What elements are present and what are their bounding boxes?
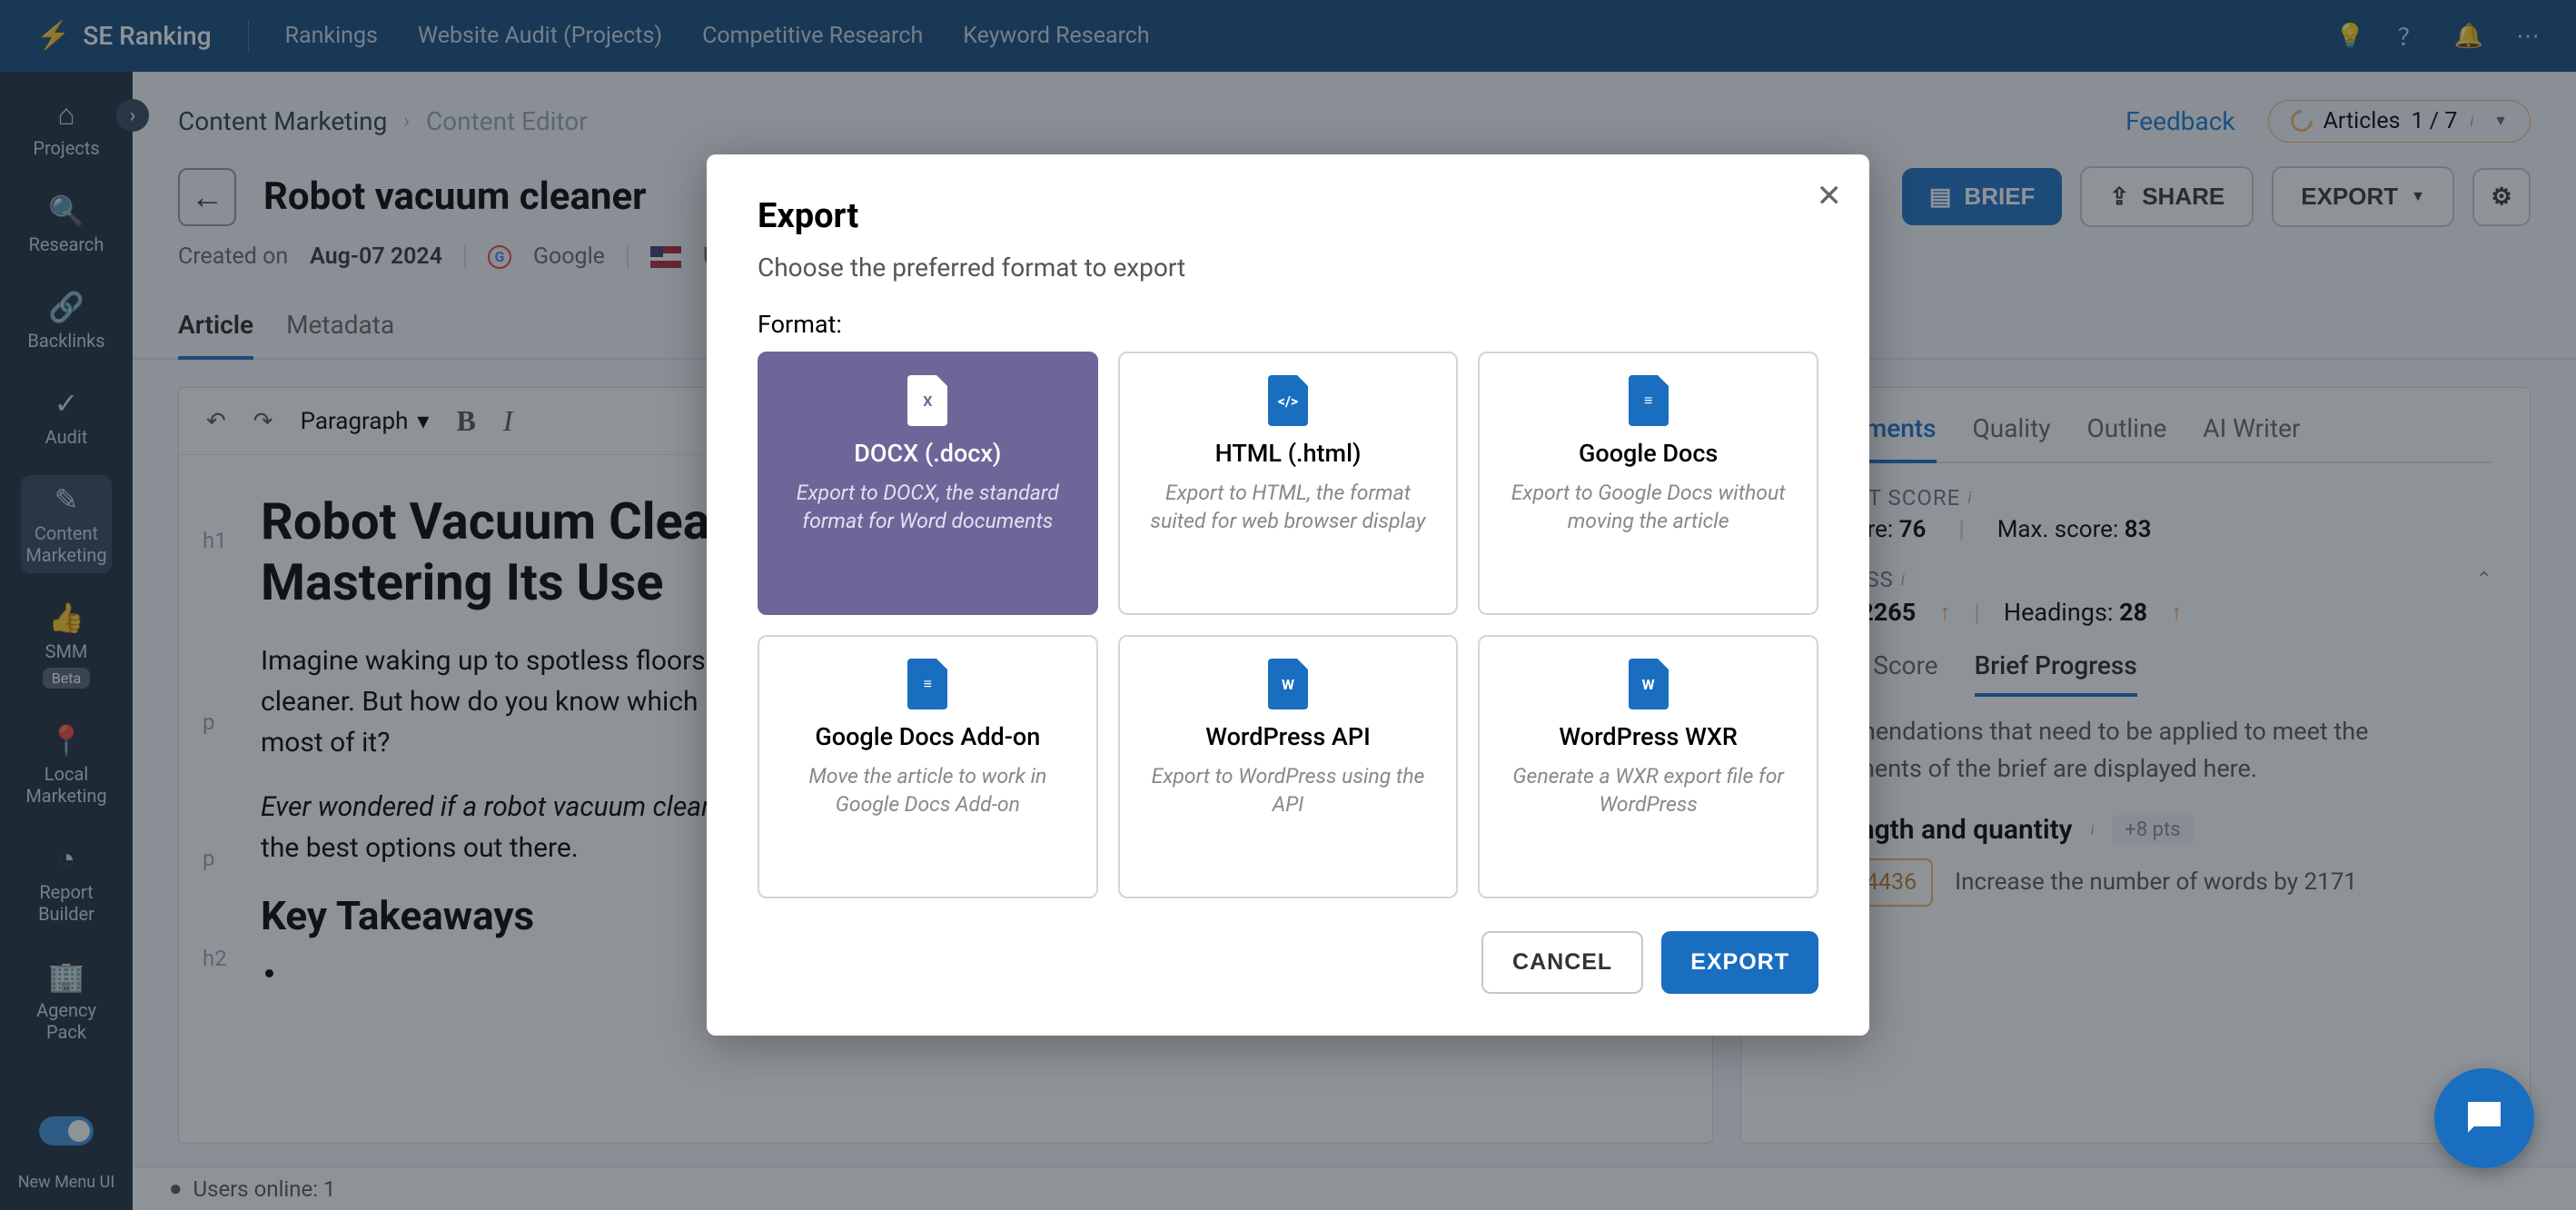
- chat-icon: [2460, 1094, 2509, 1143]
- gdocs-file-icon: ≡: [1629, 375, 1669, 426]
- export-modal: ✕ Export Choose the preferred format to …: [707, 154, 1869, 1036]
- format-option-html[interactable]: </> HTML (.html) Export to HTML, the for…: [1118, 352, 1459, 615]
- docx-file-icon: X: [907, 375, 947, 426]
- format-option-gdocs-addon[interactable]: ≡ Google Docs Add-on Move the article to…: [758, 635, 1098, 898]
- modal-subtitle: Choose the preferred format to export: [758, 253, 1818, 283]
- modal-title: Export: [758, 196, 1818, 236]
- format-option-docx[interactable]: X DOCX (.docx) Export to DOCX, the stand…: [758, 352, 1098, 615]
- export-confirm-button[interactable]: EXPORT: [1661, 931, 1818, 994]
- format-option-wp-api[interactable]: W WordPress API Export to WordPress usin…: [1118, 635, 1459, 898]
- wordpress-file-icon: W: [1629, 659, 1669, 709]
- gdocs-addon-file-icon: ≡: [907, 659, 947, 709]
- format-label: Format:: [758, 310, 1818, 339]
- wordpress-file-icon: W: [1268, 659, 1308, 709]
- format-option-gdocs[interactable]: ≡ Google Docs Export to Google Docs with…: [1478, 352, 1818, 615]
- close-icon[interactable]: ✕: [1817, 178, 1843, 214]
- format-grid: X DOCX (.docx) Export to DOCX, the stand…: [758, 352, 1818, 898]
- format-option-wp-wxr[interactable]: W WordPress WXR Generate a WXR export fi…: [1478, 635, 1818, 898]
- cancel-button[interactable]: CANCEL: [1481, 931, 1643, 994]
- modal-actions: CANCEL EXPORT: [758, 931, 1818, 994]
- html-file-icon: </>: [1268, 375, 1308, 426]
- chat-fab[interactable]: [2434, 1068, 2534, 1168]
